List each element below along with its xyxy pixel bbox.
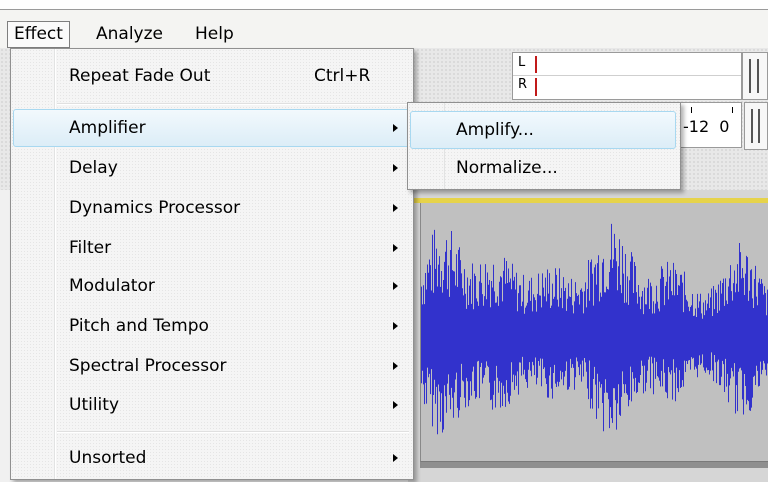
menu-item-spectral-processor[interactable]: Spectral Processor — [13, 347, 411, 385]
menu-item-label: Repeat Fade Out — [69, 66, 211, 86]
grip-bar — [751, 109, 753, 143]
submenu-arrow-icon — [393, 454, 398, 462]
submenu-item-label: Amplify... — [456, 120, 534, 140]
menu-item-modulator[interactable]: Modulator — [13, 267, 411, 305]
menu-item-amplifier[interactable]: Amplifier — [13, 109, 411, 147]
level-meter: L R — [512, 52, 742, 100]
scale-tick — [691, 107, 692, 113]
waveform-track[interactable] — [420, 203, 768, 462]
meter-scale-text: -12 0 — [683, 117, 730, 136]
menu-bar: Effect Analyze Help — [0, 10, 768, 49]
scale-grip[interactable] — [744, 102, 768, 150]
menu-item-label: Pitch and Tempo — [69, 316, 209, 336]
submenu-arrow-icon — [393, 164, 398, 172]
waveform-center — [421, 334, 768, 340]
meter-left-label: L — [518, 55, 526, 70]
menu-item-label: Utility — [69, 395, 120, 415]
menu-item-label: Unsorted — [69, 448, 147, 468]
grip-bar — [749, 59, 751, 93]
menu-item-dynamics-processor[interactable]: Dynamics Processor — [13, 189, 411, 227]
scale-tick — [732, 107, 733, 113]
window-top-edge — [0, 0, 768, 10]
submenu-arrow-icon — [393, 322, 398, 330]
submenu-arrow-icon — [393, 401, 398, 409]
menu-item-label: Delay — [69, 158, 118, 178]
submenu-arrow-icon — [393, 362, 398, 370]
waveform-path — [421, 223, 768, 435]
menu-item-label: Amplifier — [69, 118, 146, 138]
meter-right-marker — [535, 78, 537, 96]
menu-help[interactable]: Help — [189, 22, 240, 46]
menu-item-utility[interactable]: Utility — [13, 386, 411, 424]
submenu-arrow-icon — [393, 282, 398, 290]
grip-bar — [757, 59, 759, 93]
menu-item-shortcut: Ctrl+R — [314, 66, 371, 86]
meter-left-marker — [535, 56, 537, 73]
menu-separator — [57, 431, 409, 433]
submenu-arrow-icon — [393, 124, 398, 132]
waveform — [421, 223, 768, 435]
track-bottom-bar — [420, 462, 768, 468]
submenu-item-amplify[interactable]: Amplify... — [410, 111, 676, 149]
track-panel — [408, 190, 768, 482]
menu-analyze[interactable]: Analyze — [90, 22, 169, 46]
menu-item-label: Filter — [69, 238, 112, 258]
menu-item-pitch-and-tempo[interactable]: Pitch and Tempo — [13, 307, 411, 345]
meter-divider — [513, 75, 741, 76]
menu-item-filter[interactable]: Filter — [13, 229, 411, 267]
meter-right-label: R — [518, 77, 528, 92]
effect-menu-dropdown: Repeat Fade Out Ctrl+R Amplifier Delay D… — [10, 48, 414, 480]
menu-item-repeat-fade-out[interactable]: Repeat Fade Out Ctrl+R — [13, 57, 411, 95]
menu-item-label: Dynamics Processor — [69, 198, 241, 218]
menu-effect[interactable]: Effect — [7, 21, 70, 48]
grip-bar — [758, 109, 760, 143]
menu-item-unsorted[interactable]: Unsorted — [13, 439, 411, 477]
meter-grip[interactable] — [742, 52, 768, 100]
submenu-arrow-icon — [393, 244, 398, 252]
menu-separator — [57, 103, 409, 105]
menu-item-label: Spectral Processor — [69, 356, 227, 376]
menu-item-label: Modulator — [69, 276, 155, 296]
submenu-item-normalize[interactable]: Normalize... — [410, 149, 676, 187]
meter-scale: -12 0 — [678, 102, 742, 148]
menu-item-delay[interactable]: Delay — [13, 149, 411, 187]
amplifier-submenu: Amplify... Normalize... — [407, 102, 681, 190]
submenu-arrow-icon — [393, 204, 398, 212]
submenu-item-label: Normalize... — [456, 158, 558, 178]
